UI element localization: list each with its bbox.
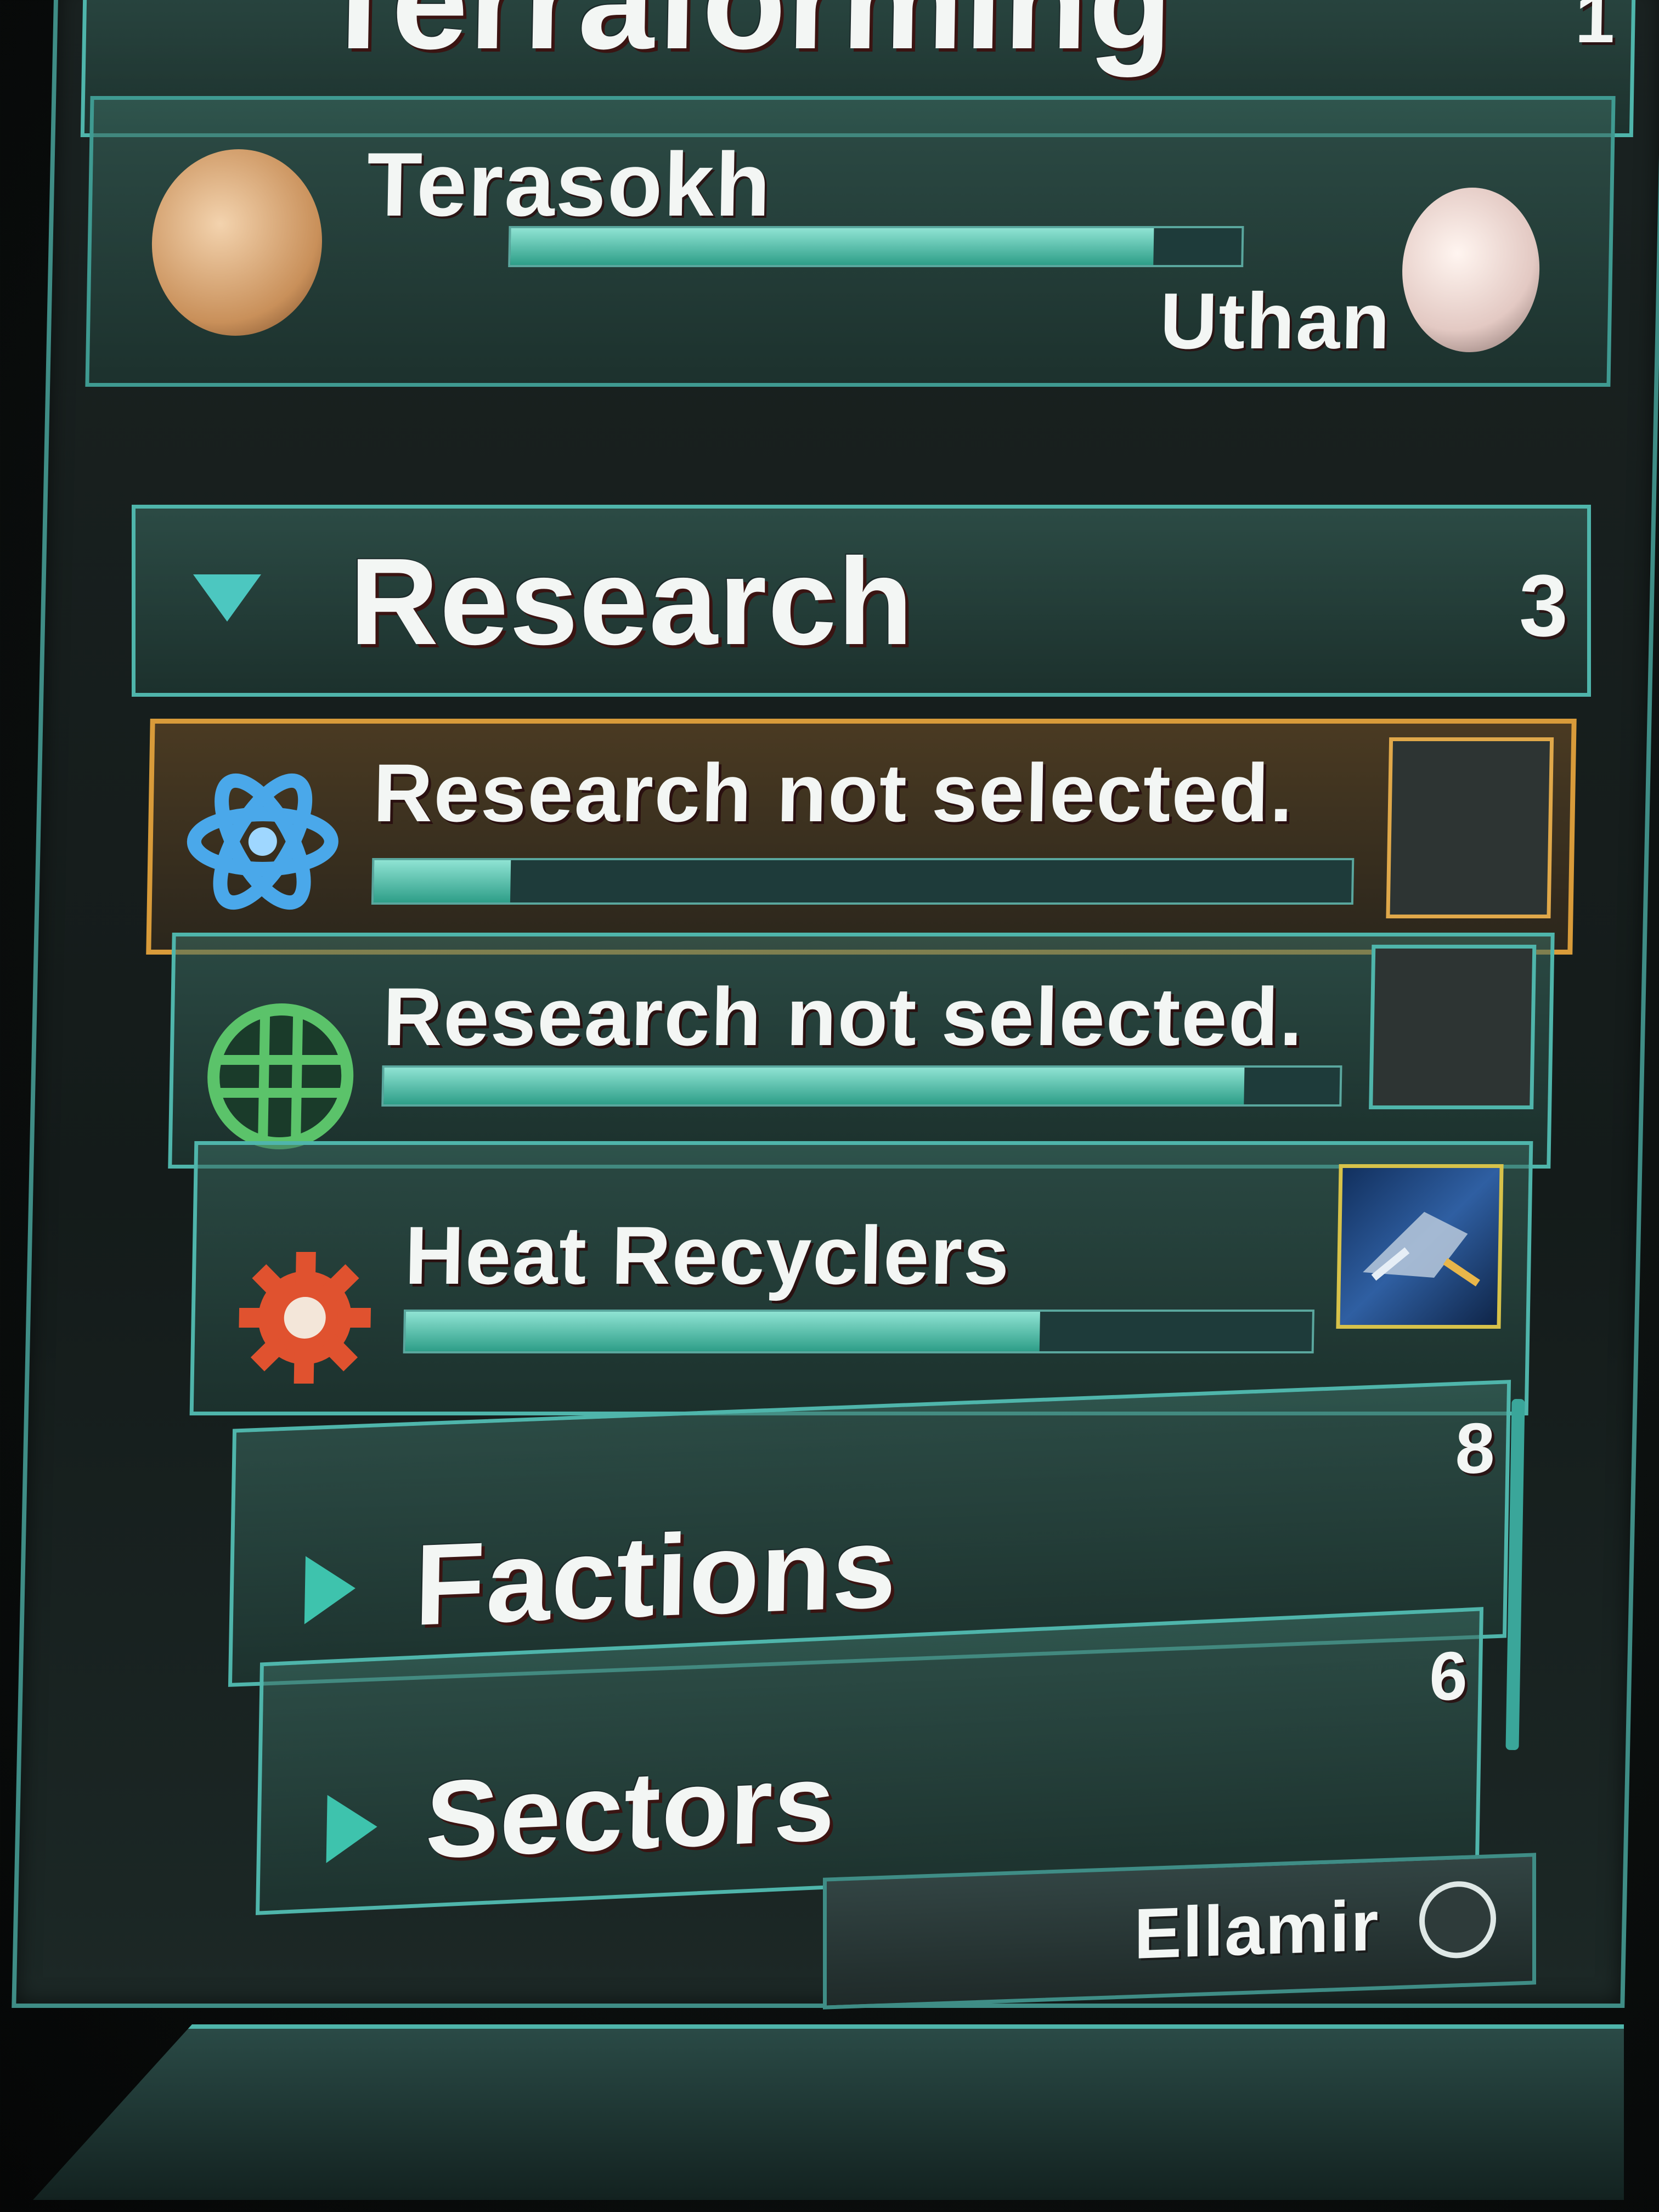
expand-triangle-icon — [326, 1792, 378, 1863]
globe-icon — [202, 1000, 359, 1153]
research-item-2-progress-bar — [381, 1065, 1342, 1107]
footer-bar: Ellamir — [823, 1853, 1536, 2010]
collapse-triangle-icon — [193, 574, 261, 622]
heat-recyclers-tech-icon[interactable] — [1336, 1164, 1504, 1329]
research-title: Research — [349, 532, 915, 670]
research-item-3-progress-fill — [405, 1312, 1041, 1351]
terraforming-title: Terraforming — [315, 0, 1175, 77]
gear-icon — [232, 1246, 377, 1389]
factions-count: 8 — [1454, 1407, 1496, 1489]
research-item-3[interactable]: Heat Recyclers — [189, 1141, 1533, 1415]
factions-title: Factions — [413, 1502, 899, 1650]
expand-triangle-icon — [304, 1554, 356, 1624]
research-item-2-label: Research not selected. — [382, 970, 1305, 1063]
uthan-label: Uthan — [1159, 276, 1392, 365]
research-item-1-progress-fill — [373, 860, 511, 902]
transfer-row[interactable]: Terasokh Uthan — [85, 96, 1616, 387]
sectors-count: 6 — [1429, 1637, 1469, 1716]
research-item-1-label: Research not selected. — [372, 747, 1295, 839]
research-item-1[interactable]: Research not selected. — [146, 719, 1577, 955]
research-item-1-progress-bar — [371, 858, 1355, 905]
transfer-progress-bar — [508, 226, 1244, 267]
research-item-3-progress-bar — [403, 1310, 1315, 1353]
research-item-2[interactable]: Research not selected. — [168, 933, 1555, 1169]
sectors-title: Sectors — [424, 1740, 837, 1882]
research-item-2-slot[interactable] — [1369, 945, 1537, 1109]
terasokh-label: Terasokh — [366, 134, 772, 235]
research-item-2-progress-fill — [383, 1068, 1245, 1104]
bottom-frame — [33, 2024, 1624, 2200]
transfer-progress-fill — [510, 228, 1154, 265]
research-item-1-slot[interactable] — [1386, 737, 1554, 918]
player-badge-icon[interactable] — [1419, 1880, 1496, 1960]
research-count: 3 — [1519, 556, 1568, 654]
uthan-planet-icon — [1401, 188, 1541, 352]
terasokh-planet-icon — [150, 149, 324, 336]
player-name: Ellamir — [1134, 1885, 1380, 1974]
atom-icon — [184, 765, 341, 918]
research-section-header[interactable]: Research 3 — [132, 505, 1591, 697]
research-item-3-label: Heat Recyclers — [404, 1209, 1011, 1301]
terraforming-count: 1 — [1574, 0, 1616, 58]
